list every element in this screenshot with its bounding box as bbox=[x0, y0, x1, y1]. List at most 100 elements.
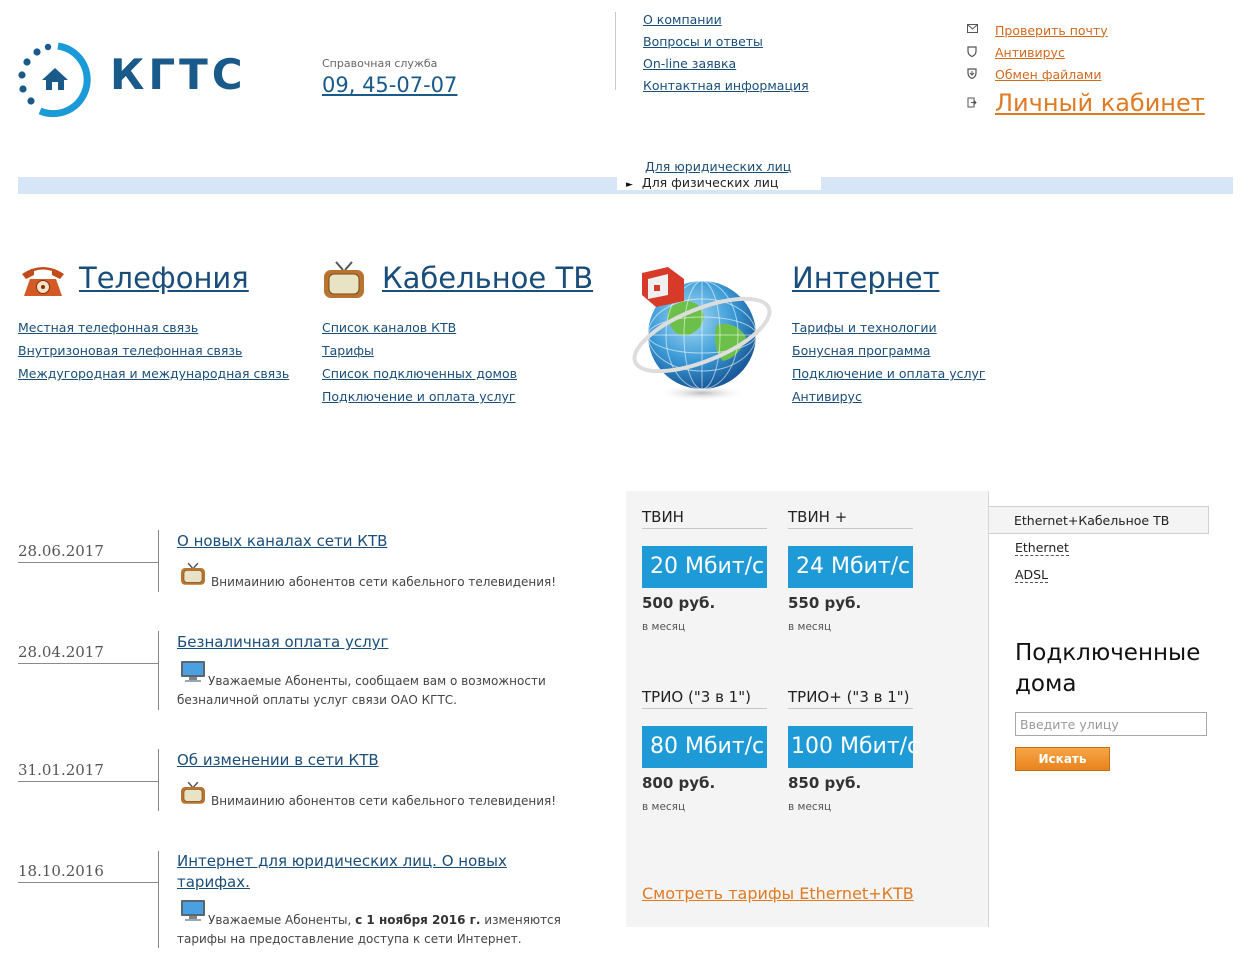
news-title[interactable]: Об изменении в сети КТВ bbox=[177, 750, 379, 771]
tariff-name: ТРИО+ ("3 в 1") bbox=[788, 688, 913, 709]
nav-tab-physical-label: Для физических лиц bbox=[641, 175, 779, 190]
tv-link-houses[interactable]: Список подключенных домов bbox=[322, 366, 517, 381]
news-divider bbox=[158, 749, 159, 811]
news-text-part: изменяются bbox=[480, 913, 561, 927]
internet-links: Тарифы и технологии Бонусная программа П… bbox=[792, 316, 986, 408]
news-text-date: с 1 ноября 2016 г. bbox=[355, 913, 481, 927]
monitor-icon bbox=[179, 660, 207, 688]
tariff-name: ТРИО ("3 в 1") bbox=[642, 688, 767, 709]
internet-link-bonus[interactable]: Бонусная программа bbox=[792, 343, 930, 358]
antivirus-item[interactable]: Антивирус bbox=[966, 41, 1205, 63]
globe-icon bbox=[628, 265, 776, 409]
tariff-price: 850 руб. bbox=[788, 774, 862, 792]
tariff-speed[interactable]: 100 Мбит/с bbox=[788, 726, 919, 768]
tariff-price: 800 руб. bbox=[642, 774, 716, 792]
top-link-contacts[interactable]: Контактная информация bbox=[643, 78, 809, 93]
news-title[interactable]: Интернет для юридических лиц. О новых bbox=[177, 851, 507, 872]
cable-tv-title[interactable]: Кабельное ТВ bbox=[382, 261, 593, 295]
tariff-price: 500 руб. bbox=[642, 594, 716, 612]
tab-ethernet[interactable]: Ethernet bbox=[1015, 540, 1069, 556]
tariff-speed[interactable]: 80 Мбит/с bbox=[642, 726, 767, 768]
login-icon bbox=[966, 97, 978, 109]
news-text-part: Уважаемые Абоненты, bbox=[208, 913, 356, 927]
tariff-price: 550 руб. bbox=[788, 594, 862, 612]
antivirus-link[interactable]: Антивирус bbox=[995, 45, 1065, 60]
news-date: 31.01.2017 bbox=[18, 761, 158, 782]
tariff-speed[interactable]: 24 Мбит/с bbox=[788, 546, 913, 588]
news-divider bbox=[158, 530, 159, 592]
more-tariffs-link[interactable]: Смотреть тарифы Ethernet+КТВ bbox=[642, 884, 914, 903]
tab-adsl[interactable]: ADSL bbox=[1015, 567, 1049, 583]
logo[interactable]: КГТС bbox=[18, 42, 248, 118]
telephony-title[interactable]: Телефония bbox=[79, 261, 249, 295]
file-exchange-item[interactable]: Обмен файлами bbox=[966, 63, 1205, 85]
connected-homes-title-line2: дома bbox=[1015, 671, 1077, 697]
check-mail-item[interactable]: Проверить почту bbox=[966, 19, 1205, 41]
telephony-links: Местная телефонная связь Внутризоновая т… bbox=[18, 316, 289, 385]
account-links: Проверить почту Антивирус Обмен файлами … bbox=[966, 19, 1205, 121]
news-text: Внимаинию абонентов сети кабельного теле… bbox=[211, 575, 557, 589]
help-phone[interactable]: 09, 45-07-07 bbox=[322, 73, 457, 97]
news-date: 28.06.2017 bbox=[18, 542, 158, 563]
top-links: О компании Вопросы и ответы On-line заяв… bbox=[643, 9, 809, 97]
internet-link-payment[interactable]: Подключение и оплата услуг bbox=[792, 366, 986, 381]
tariffs-panel: ТВИН 20 Мбит/с 500 руб. в месяц ТВИН + 2… bbox=[626, 491, 989, 927]
nav-tab-physical[interactable]: ► Для физических лиц bbox=[626, 175, 778, 190]
news-title-continued[interactable]: тарифах. bbox=[177, 872, 250, 893]
news-date: 28.04.2017 bbox=[18, 643, 158, 664]
telephony-link-zonal[interactable]: Внутризоновая телефонная связь bbox=[18, 343, 242, 358]
street-search-input[interactable] bbox=[1015, 712, 1207, 736]
brand-name: КГТС bbox=[110, 50, 247, 99]
news-text: Уважаемые Абоненты, сообщаем вам о возмо… bbox=[208, 674, 546, 688]
tariff-period: в месяц bbox=[788, 801, 832, 813]
tariff-name: ТВИН + bbox=[788, 508, 913, 529]
internet-title[interactable]: Интернет bbox=[792, 261, 940, 295]
tariff-period: в месяц bbox=[788, 621, 832, 633]
check-mail-link[interactable]: Проверить почту bbox=[995, 23, 1108, 38]
news-title[interactable]: Безналичная оплата услуг bbox=[177, 632, 388, 653]
monitor-icon bbox=[179, 899, 207, 927]
tv-icon bbox=[179, 781, 207, 809]
logo-emblem-icon bbox=[18, 42, 91, 118]
telephony-link-longdistance[interactable]: Междугородная и международная связь bbox=[18, 366, 289, 381]
tv-link-tariffs[interactable]: Тарифы bbox=[322, 343, 374, 358]
news-title[interactable]: О новых каналах сети КТВ bbox=[177, 531, 387, 552]
personal-cabinet-item[interactable]: Личный кабинет bbox=[966, 85, 1205, 121]
connected-homes-title-line1: Подключенные bbox=[1015, 640, 1201, 666]
help-label: Справочная служба bbox=[322, 57, 438, 70]
file-exchange-icon bbox=[966, 68, 978, 80]
telephony-link-local[interactable]: Местная телефонная связь bbox=[18, 320, 198, 335]
tv-link-payment[interactable]: Подключение и оплата услуг bbox=[322, 389, 516, 404]
file-exchange-link[interactable]: Обмен файлами bbox=[995, 67, 1102, 82]
news-text-continued: тарифы на предоставление доступа к сети … bbox=[177, 932, 522, 946]
news-text-continued: безналичной оплаты услуг связи ОАО КГТС. bbox=[177, 693, 457, 707]
top-link-about[interactable]: О компании bbox=[643, 12, 722, 27]
internet-link-antivirus[interactable]: Антивирус bbox=[792, 389, 862, 404]
internet-link-tariffs[interactable]: Тарифы и технологии bbox=[792, 320, 937, 335]
connected-homes-title: Подключенные дома bbox=[1015, 638, 1200, 700]
tariff-speed[interactable]: 20 Мбит/с bbox=[642, 546, 767, 588]
top-link-online-request[interactable]: On-line заявка bbox=[643, 56, 736, 71]
tariff-period: в месяц bbox=[642, 801, 686, 813]
personal-cabinet-link[interactable]: Личный кабинет bbox=[995, 89, 1205, 117]
tv-icon bbox=[179, 562, 207, 590]
telephone-icon bbox=[20, 263, 66, 303]
header-divider bbox=[615, 12, 616, 90]
tariff-name: ТВИН bbox=[642, 508, 767, 529]
news-divider bbox=[158, 631, 159, 710]
cable-tv-links: Список каналов КТВ Тарифы Список подключ… bbox=[322, 316, 517, 408]
mail-icon bbox=[966, 24, 978, 36]
tv-icon bbox=[322, 260, 366, 304]
tab-ethernet-ktv[interactable]: Ethernet+Кабельное ТВ bbox=[989, 506, 1209, 534]
news-divider bbox=[158, 851, 159, 948]
nav-tab-legal[interactable]: Для юридических лиц bbox=[645, 159, 791, 174]
tv-link-channels[interactable]: Список каналов КТВ bbox=[322, 320, 456, 335]
top-link-faq[interactable]: Вопросы и ответы bbox=[643, 34, 763, 49]
active-marker-icon: ► bbox=[626, 180, 633, 190]
search-button[interactable]: Искать bbox=[1015, 747, 1110, 771]
news-text: Уважаемые Абоненты, с 1 ноября 2016 г. и… bbox=[208, 911, 561, 930]
news-text: Внимаинию абонентов сети кабельного теле… bbox=[211, 794, 557, 808]
tariff-period: в месяц bbox=[642, 621, 686, 633]
shield-icon bbox=[966, 46, 978, 58]
news-date: 18.10.2016 bbox=[18, 862, 158, 883]
